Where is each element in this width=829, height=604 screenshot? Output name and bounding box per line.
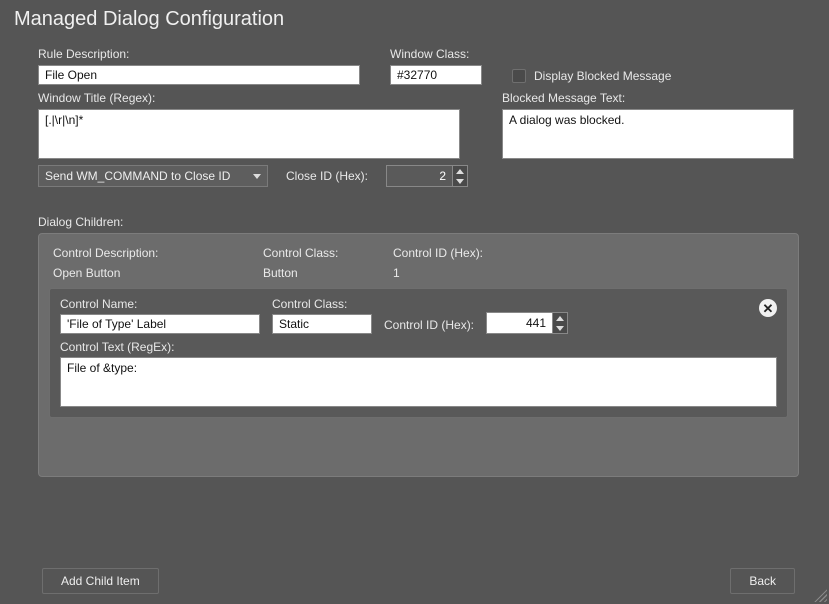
close-action-select[interactable]: Send WM_COMMAND to Close ID (38, 165, 268, 187)
page-title: Managed Dialog Configuration (0, 0, 829, 39)
control-text-label: Control Text (RegEx): (60, 340, 777, 354)
dialog-children-row[interactable]: Open Button Button 1 (49, 264, 788, 288)
control-class-form-label: Control Class: (272, 297, 372, 311)
display-blocked-label: Display Blocked Message (534, 69, 671, 83)
control-name-label: Control Name: (60, 297, 260, 311)
row-desc: Open Button (53, 266, 263, 280)
control-class-input[interactable] (272, 314, 372, 334)
control-id-input[interactable] (487, 313, 552, 333)
control-id-spin-up[interactable] (553, 313, 567, 323)
row-class: Button (263, 266, 393, 280)
control-id-spin-down[interactable] (553, 323, 567, 333)
header-class: Control Class: (263, 246, 393, 260)
blocked-message-label: Blocked Message Text: (502, 91, 799, 105)
close-id-spin-up[interactable] (453, 166, 467, 176)
rule-description-label: Rule Description: (38, 47, 360, 61)
header-id: Control ID (Hex): (393, 246, 784, 260)
display-blocked-checkbox[interactable] (512, 69, 526, 83)
resize-grip-icon[interactable] (811, 586, 827, 602)
header-desc: Control Description: (53, 246, 263, 260)
window-title-input[interactable] (38, 109, 460, 159)
rule-description-input[interactable] (38, 65, 360, 85)
close-action-value: Send WM_COMMAND to Close ID (45, 169, 230, 183)
dialog-children-label: Dialog Children: (38, 215, 799, 229)
window-class-input[interactable] (390, 65, 482, 85)
add-child-item-button[interactable]: Add Child Item (42, 568, 159, 594)
close-id-input[interactable] (387, 166, 452, 186)
close-icon[interactable]: ✕ (759, 299, 777, 317)
back-button[interactable]: Back (730, 568, 795, 594)
blocked-message-input[interactable] (502, 109, 794, 159)
dialog-children-panel: Control Description: Control Class: Cont… (38, 233, 799, 477)
window-class-label: Window Class: (390, 47, 482, 61)
row-id: 1 (393, 266, 784, 280)
chevron-down-icon (253, 174, 261, 179)
control-id-form-label: Control ID (Hex): (384, 318, 474, 332)
close-id-spin-down[interactable] (453, 176, 467, 186)
control-name-input[interactable] (60, 314, 260, 334)
close-id-label: Close ID (Hex): (286, 169, 368, 183)
control-text-input[interactable] (60, 357, 777, 407)
dialog-children-header: Control Description: Control Class: Cont… (49, 242, 788, 264)
child-form: ✕ Control Name: Control Class: Control I… (49, 288, 788, 418)
window-title-label: Window Title (Regex): (38, 91, 460, 105)
